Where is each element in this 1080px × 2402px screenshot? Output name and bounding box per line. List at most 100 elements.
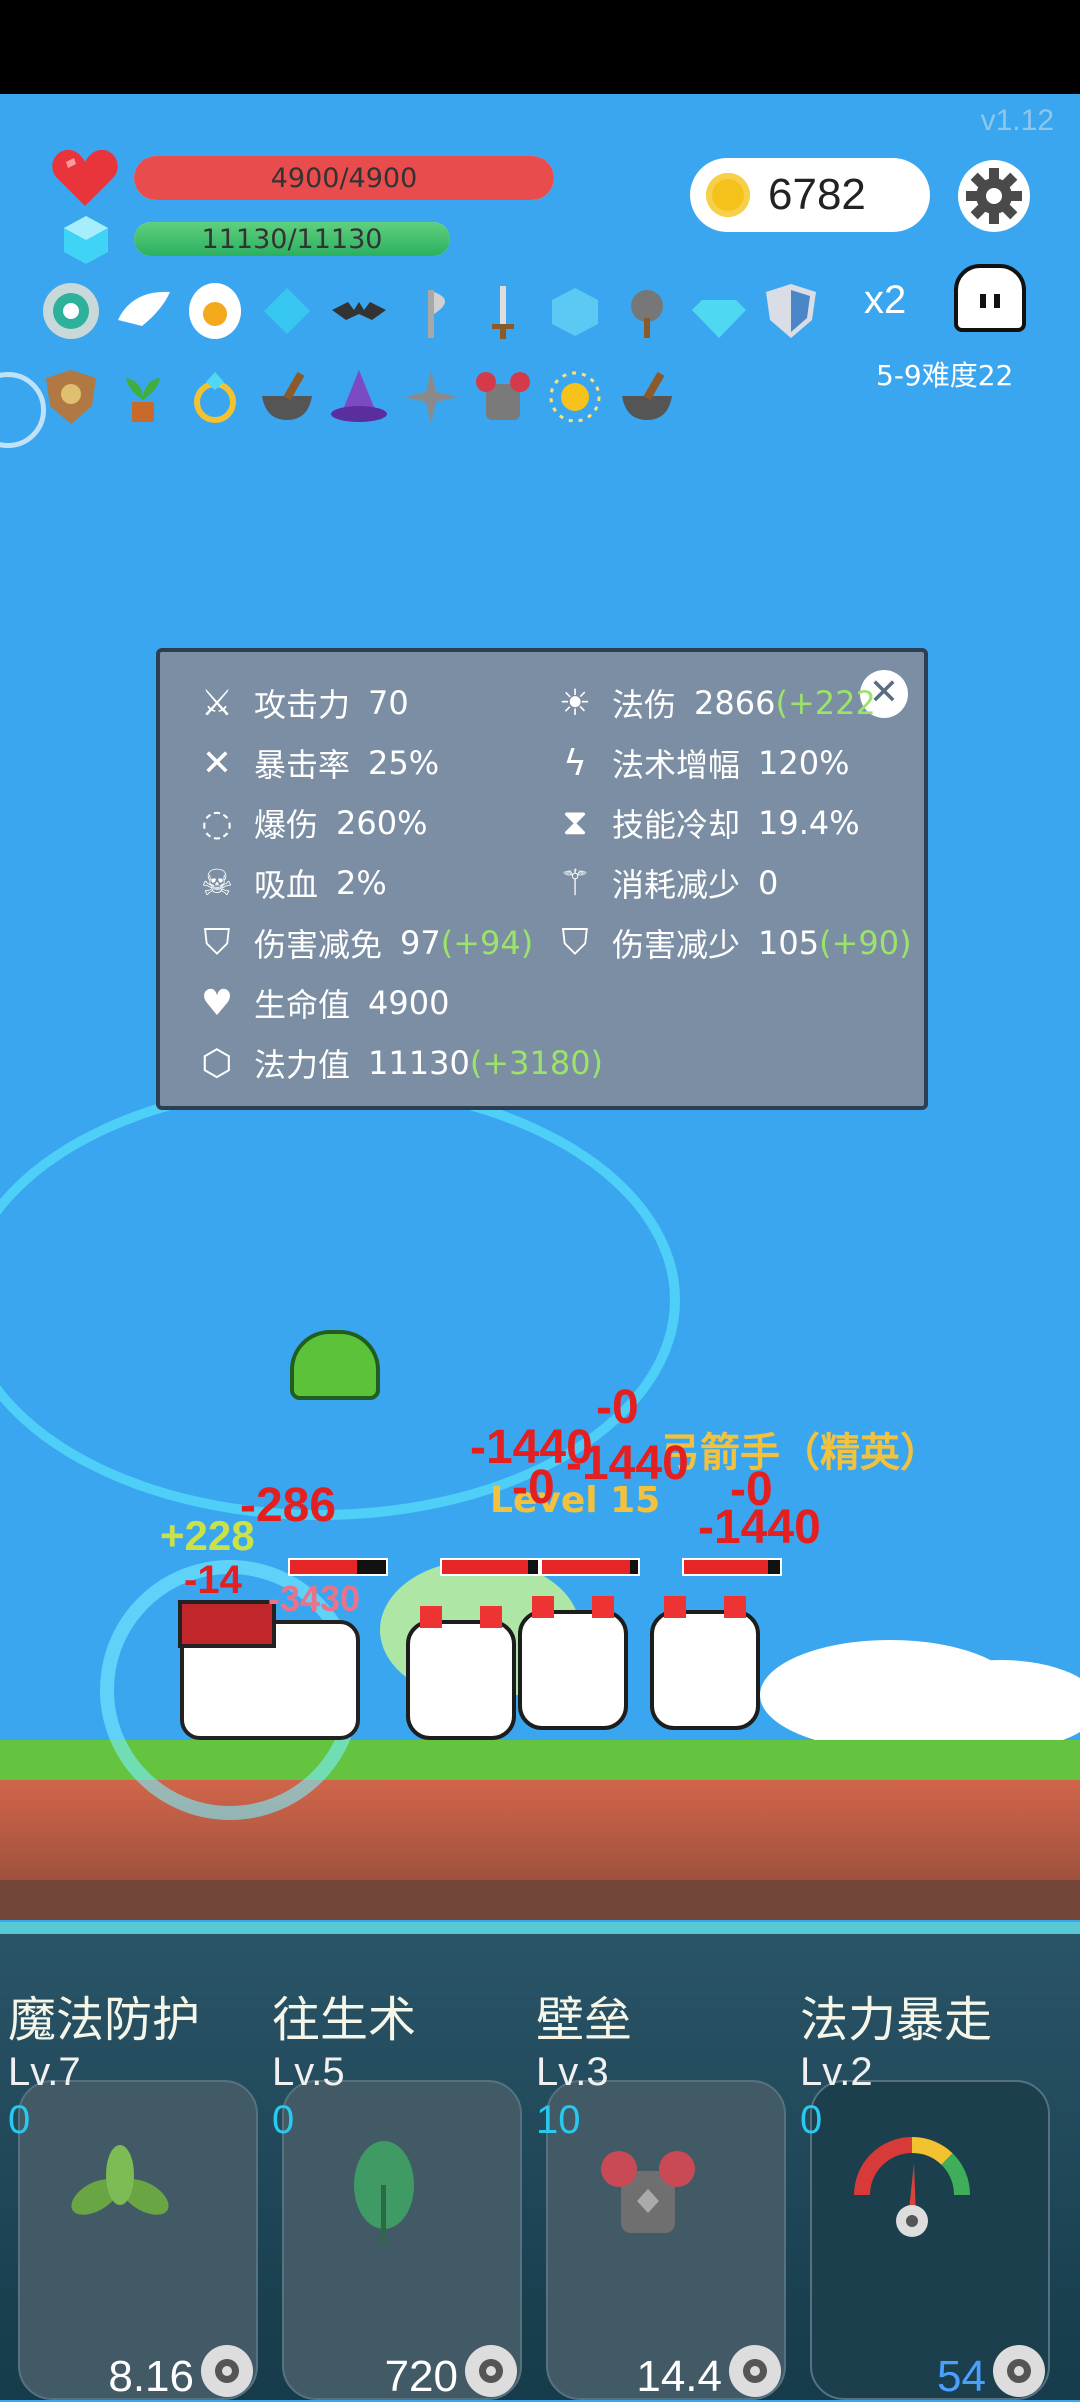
damage-number: -1440	[698, 1501, 821, 1554]
diamond-icon[interactable]	[688, 280, 750, 342]
equipment-row-1	[40, 280, 832, 342]
damage-number: -3430	[268, 1578, 361, 1619]
wood-shield-icon[interactable]	[40, 366, 102, 428]
skill-slot-magic-protection[interactable]: 魔法防护 Lv.7 0 8.16	[0, 1980, 264, 2401]
stat-attack: ⚔ 攻击力 70	[194, 680, 409, 726]
skill-count: 0	[272, 2098, 295, 2142]
ring-icon[interactable]	[184, 366, 246, 428]
axe-icon[interactable]	[400, 280, 462, 342]
settings-gear-icon[interactable]	[956, 158, 1032, 234]
heal-number: +228	[160, 1512, 255, 1559]
magic-wand-icon: ⚚	[558, 862, 592, 904]
stat-cost-reduction: ⚚ 消耗减少 0	[552, 860, 779, 906]
skill-value: 14.4	[636, 2352, 722, 2401]
cog-icon[interactable]	[462, 2342, 520, 2400]
shield-icon: ⛉	[203, 922, 231, 963]
damage-number: -1440	[566, 1437, 689, 1490]
shield-icon[interactable]	[760, 280, 822, 342]
dirt-ground-dark	[0, 1880, 1080, 1920]
skill-level: Lv.5	[272, 2050, 345, 2094]
stat-damage-reduction-rate: ⛉ 伤害减免 97 (+94)	[194, 920, 533, 966]
spiked-armor-icon	[578, 2120, 718, 2260]
shuriken-icon[interactable]	[400, 366, 462, 428]
mana-bar: 11130/11130	[134, 222, 450, 256]
coin-icon	[706, 173, 750, 217]
ice-cube-icon[interactable]	[544, 280, 606, 342]
cog-icon[interactable]	[726, 2342, 784, 2400]
stat-mana: ⬡ 法力值 11130 (+3180)	[194, 1040, 603, 1086]
blue-gem-icon[interactable]	[256, 280, 318, 342]
stat-lifesteal: ☠ 吸血 2%	[194, 860, 387, 906]
skill-value: 54	[937, 2352, 986, 2401]
ghost-icon[interactable]	[954, 264, 1026, 332]
sword-icon[interactable]	[472, 280, 534, 342]
stats-panel: ✕ ⚔ 攻击力 70 ✕ 暴击率 25% ◌ 爆伤 260% ☠ 吸血 2% ⛉…	[156, 648, 928, 1110]
heart-icon: ♥	[200, 982, 234, 1024]
archer-enemy	[406, 1606, 516, 1740]
skill-name: 魔法防护	[8, 1992, 201, 2048]
green-leaf-icon	[314, 2120, 454, 2260]
hexagon-icon: ⬡	[201, 1042, 233, 1084]
difficulty-label: 5-9难度22	[876, 359, 1014, 392]
archer-enemy	[650, 1596, 760, 1730]
skill-name: 壁垒	[536, 1992, 633, 2048]
wing-icon[interactable]	[112, 280, 174, 342]
axe-icon: ⚔	[200, 682, 234, 724]
hourglass-icon: ⧗	[562, 802, 588, 843]
enemy-hp-bar	[540, 1558, 640, 1576]
skill-name: 往生术	[272, 1992, 417, 2048]
stat-crit-damage: ◌ 爆伤 260%	[194, 800, 427, 846]
skill-value: 720	[384, 2352, 458, 2401]
skill-count: 0	[8, 2098, 31, 2142]
player-hero	[178, 1600, 360, 1740]
stat-health: ♥ 生命值 4900	[194, 980, 450, 1026]
status-bar	[0, 0, 1080, 94]
skill-slot-mana-rampage[interactable]: 法力暴走 Lv.2 0 54	[792, 1980, 1056, 2401]
skill-count: 10	[536, 2098, 581, 2142]
sun-icon: ☀	[558, 682, 592, 724]
stat-magic-damage: ☀ 法伤 2866 (+222	[552, 680, 876, 726]
skill-slot-bulwark[interactable]: 壁垒 Lv.3 10 14.4	[528, 1980, 792, 2401]
wizard-hat-icon[interactable]	[328, 366, 390, 428]
cog-icon[interactable]	[990, 2342, 1048, 2400]
slime-pet	[290, 1330, 380, 1400]
mortar-2-icon[interactable]	[616, 366, 678, 428]
stat-cooldown: ⧗ 技能冷却 19.4%	[552, 800, 859, 846]
burst-circle-icon: ◌	[201, 802, 233, 844]
stat-spell-amplify: ϟ 法术增幅 120%	[552, 740, 849, 786]
lightning-icon: ϟ	[563, 742, 587, 784]
cog-icon[interactable]	[198, 2342, 256, 2400]
egg-icon[interactable]	[184, 280, 246, 342]
speed-multiplier[interactable]: x2	[864, 278, 906, 323]
skill-slot-rebirth[interactable]: 往生术 Lv.5 0 720	[264, 1980, 528, 2401]
health-text: 4900/4900	[270, 162, 418, 194]
skull-icon: ☠	[200, 862, 234, 904]
skill-level: Lv.2	[800, 2050, 873, 2094]
gauge-meter-icon	[842, 2120, 982, 2260]
skill-level: Lv.7	[8, 2050, 81, 2094]
enemy-hp-bar	[682, 1558, 782, 1576]
coin-counter: 6782	[690, 158, 930, 232]
damage-number: -0	[596, 1381, 639, 1434]
mortar-icon[interactable]	[256, 366, 318, 428]
mana-text: 11130/11130	[201, 223, 383, 255]
bat-icon[interactable]	[328, 280, 390, 342]
mana-crystal-icon	[64, 216, 108, 264]
crosshair-icon: ✕	[201, 742, 233, 784]
version-label: v1.12	[980, 104, 1054, 137]
health-bar: 4900/4900	[134, 156, 554, 200]
equipment-row-2	[40, 366, 688, 428]
beast-shield-icon: ⛉	[561, 922, 589, 963]
sun-orb-icon[interactable]	[544, 366, 606, 428]
skill-count: 0	[800, 2098, 823, 2142]
stat-damage-reduction: ⛉ 伤害减少 105 (+90)	[552, 920, 911, 966]
spiked-club-icon[interactable]	[616, 280, 678, 342]
spiked-armor-icon[interactable]	[472, 366, 534, 428]
potted-plant-icon[interactable]	[112, 366, 174, 428]
leaf-sprout-icon	[50, 2120, 190, 2260]
skill-name: 法力暴走	[800, 1992, 993, 2048]
heart-icon	[52, 149, 118, 206]
stat-crit-rate: ✕ 暴击率 25%	[194, 740, 439, 786]
eye-orb-icon[interactable]	[40, 280, 102, 342]
skill-value: 8.16	[108, 2352, 194, 2401]
